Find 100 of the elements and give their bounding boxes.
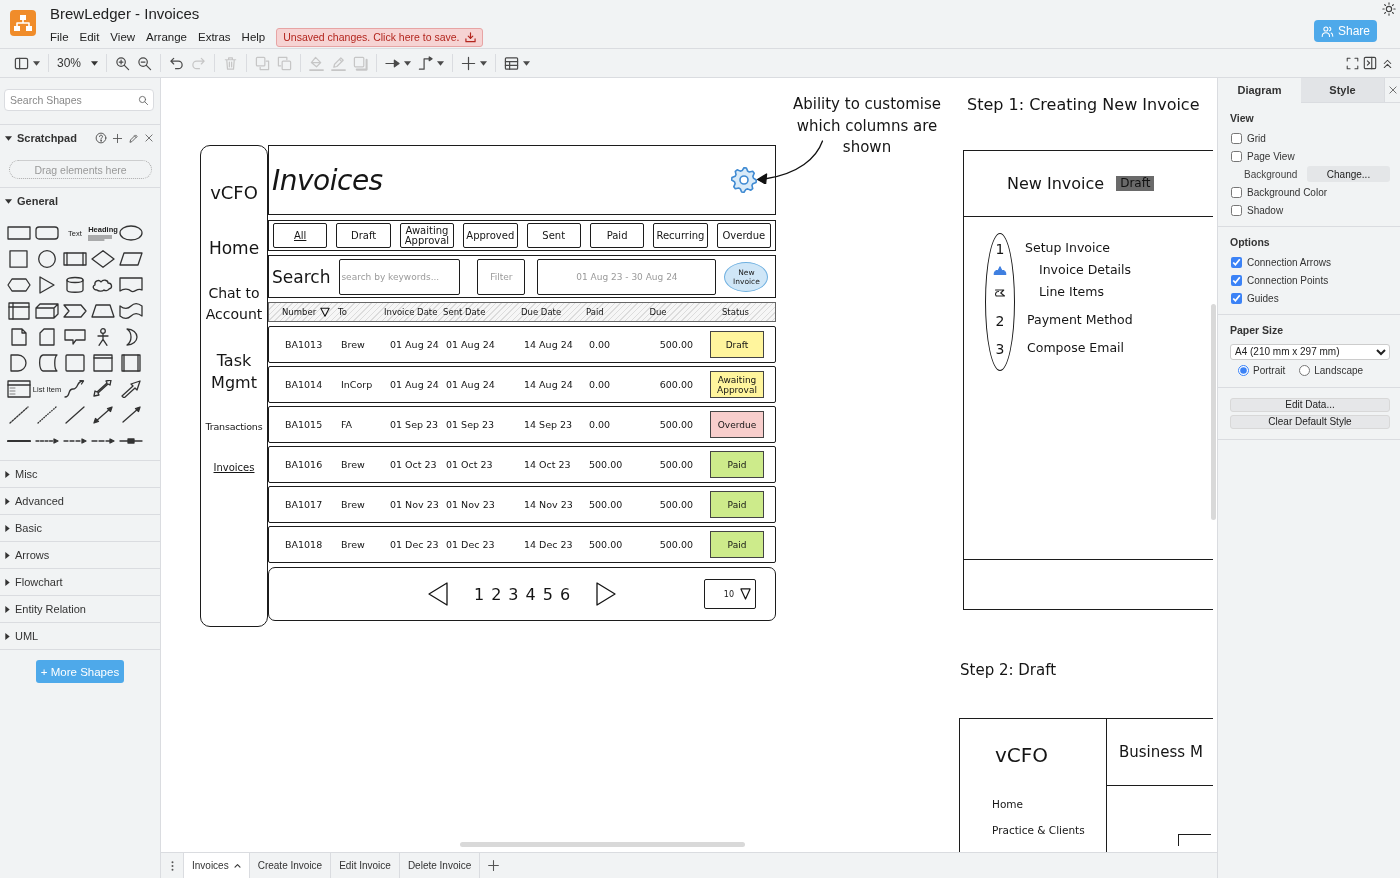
panel-button[interactable]: Edit Data... <box>1230 397 1390 412</box>
page-tab[interactable]: Delete Invoice <box>399 853 481 878</box>
square-icon[interactable] <box>7 250 31 268</box>
rectangle-icon[interactable] <box>7 224 31 242</box>
caret-icon <box>91 60 99 66</box>
panel-outline <box>1178 834 1211 846</box>
diamond-icon[interactable] <box>91 250 115 268</box>
palette-header[interactable]: Flowchart <box>0 569 160 595</box>
checkbox[interactable] <box>1231 256 1242 268</box>
option-label: Background <box>1244 168 1298 180</box>
frame-icon[interactable] <box>119 354 143 372</box>
checkbox-label[interactable]: Page View <box>1247 150 1295 162</box>
help-icon[interactable] <box>95 132 107 144</box>
trapezoid-icon[interactable] <box>91 302 115 320</box>
circle-icon[interactable] <box>35 250 59 268</box>
page-tab[interactable]: Invoices <box>184 853 250 878</box>
square-icon[interactable] <box>63 354 87 372</box>
menu-item[interactable]: File <box>50 31 69 43</box>
caret-icon <box>437 60 445 66</box>
step-label: Compose Email <box>1027 340 1124 355</box>
menu-item[interactable]: Help <box>241 31 266 43</box>
checkbox[interactable] <box>1231 204 1242 216</box>
radio-label[interactable]: Portrait <box>1253 365 1286 376</box>
internal-storage-icon[interactable] <box>7 302 31 320</box>
plus-icon[interactable] <box>112 132 123 144</box>
line-icon[interactable] <box>63 406 87 424</box>
annotation-text: Ability to customise which columns are shown <box>791 94 943 158</box>
radio-button[interactable] <box>1299 365 1311 376</box>
document-icon[interactable] <box>119 276 143 294</box>
paper-size-select[interactable]: A4 (210 mm x 297 mm) <box>1230 343 1390 360</box>
menu-item[interactable]: Arrange <box>146 31 187 43</box>
close-panel-button[interactable] <box>1384 78 1400 103</box>
checkbox[interactable] <box>1231 132 1242 144</box>
checkbox[interactable] <box>1231 274 1242 286</box>
checkbox[interactable] <box>1231 186 1242 198</box>
caret-right-icon <box>5 524 10 532</box>
palette-header[interactable]: General <box>0 188 160 214</box>
cube-icon[interactable] <box>35 302 59 320</box>
search-icon[interactable] <box>138 94 149 106</box>
list-icon[interactable] <box>7 380 31 398</box>
page-tab[interactable]: Create Invoice <box>249 853 332 878</box>
menu-item[interactable]: Extras <box>198 31 231 43</box>
checkbox[interactable] <box>1231 292 1242 304</box>
dashed-line-icon[interactable] <box>7 406 31 424</box>
checkbox-label[interactable]: Background Color <box>1247 186 1328 198</box>
horizontal-scrollbar[interactable] <box>460 842 745 847</box>
callout-icon[interactable] <box>63 328 87 346</box>
bidirectional-arrow-icon[interactable] <box>91 406 115 424</box>
scratchpad-header[interactable]: Scratchpad <box>5 125 77 151</box>
checkbox-label[interactable]: Grid <box>1247 132 1266 144</box>
hexagon-icon[interactable] <box>7 276 31 294</box>
cylinder-icon[interactable] <box>63 276 87 294</box>
palette-header[interactable]: UML <box>0 623 160 649</box>
page-tab[interactable]: Edit Invoice <box>331 853 400 878</box>
search-field[interactable]: Search Shapes <box>4 89 154 111</box>
palette-header[interactable]: Advanced <box>0 488 160 514</box>
panel-tab[interactable]: Style <box>1301 78 1384 103</box>
checkbox-label[interactable]: Shadow <box>1247 204 1284 216</box>
tape-icon[interactable] <box>119 302 143 320</box>
ellipse-icon[interactable] <box>119 224 143 242</box>
dotted-line-icon[interactable] <box>35 406 59 424</box>
caret-icon <box>404 60 412 66</box>
radio-button[interactable] <box>1238 365 1249 376</box>
caret-icon <box>33 60 40 66</box>
menu-item[interactable]: View <box>110 31 136 43</box>
checkbox-label[interactable]: Connection Points <box>1247 274 1329 286</box>
palette-header[interactable]: Basic <box>0 515 160 541</box>
container-icon[interactable] <box>91 354 115 372</box>
checkbox-label[interactable]: Guides <box>1247 292 1279 304</box>
zoom-button[interactable]: 30% <box>57 52 99 74</box>
palette-header[interactable]: Entity Relation <box>0 596 160 622</box>
caret-right-icon <box>5 578 10 586</box>
pencil-icon[interactable] <box>128 132 139 144</box>
step-heading: Step 2: Draft <box>960 661 1057 679</box>
close-icon[interactable] <box>144 133 154 143</box>
fullscreen-icon[interactable] <box>1346 56 1359 70</box>
double-arrow-icon[interactable] <box>91 380 115 398</box>
table-cell-text: 14 Sep 23 <box>523 419 574 430</box>
thick-arrow-icon[interactable] <box>119 380 143 398</box>
chevron-icon[interactable] <box>63 302 87 320</box>
radio-label[interactable]: Landscape <box>1314 365 1364 376</box>
nav-label: Practice & Clients <box>992 823 1085 837</box>
menu-item[interactable]: Edit <box>79 31 100 43</box>
parallelogram-icon[interactable] <box>119 250 143 268</box>
panel-icon <box>14 55 29 71</box>
format-panel-icon[interactable] <box>1363 56 1377 70</box>
process-icon[interactable] <box>63 250 87 268</box>
curved-arrow-icon[interactable] <box>63 380 87 398</box>
sun-icon[interactable] <box>1382 2 1396 16</box>
panel-button[interactable]: Clear Default Style <box>1230 414 1390 429</box>
rounded-rectangle-icon[interactable] <box>35 224 59 242</box>
checkbox-label[interactable]: Connection Arrows <box>1247 256 1331 268</box>
change-button[interactable]: Change... <box>1307 166 1390 182</box>
vertical-scrollbar[interactable] <box>1211 304 1216 520</box>
table-cell-text: 01 Oct 23 <box>446 459 494 470</box>
save-notice[interactable]: Unsaved changes. Click here to save. <box>276 27 483 47</box>
checkbox[interactable] <box>1231 150 1242 162</box>
palette-header[interactable]: Arrows <box>0 542 160 568</box>
undo-icon <box>169 55 185 71</box>
palette-header[interactable]: Misc <box>0 461 160 487</box>
